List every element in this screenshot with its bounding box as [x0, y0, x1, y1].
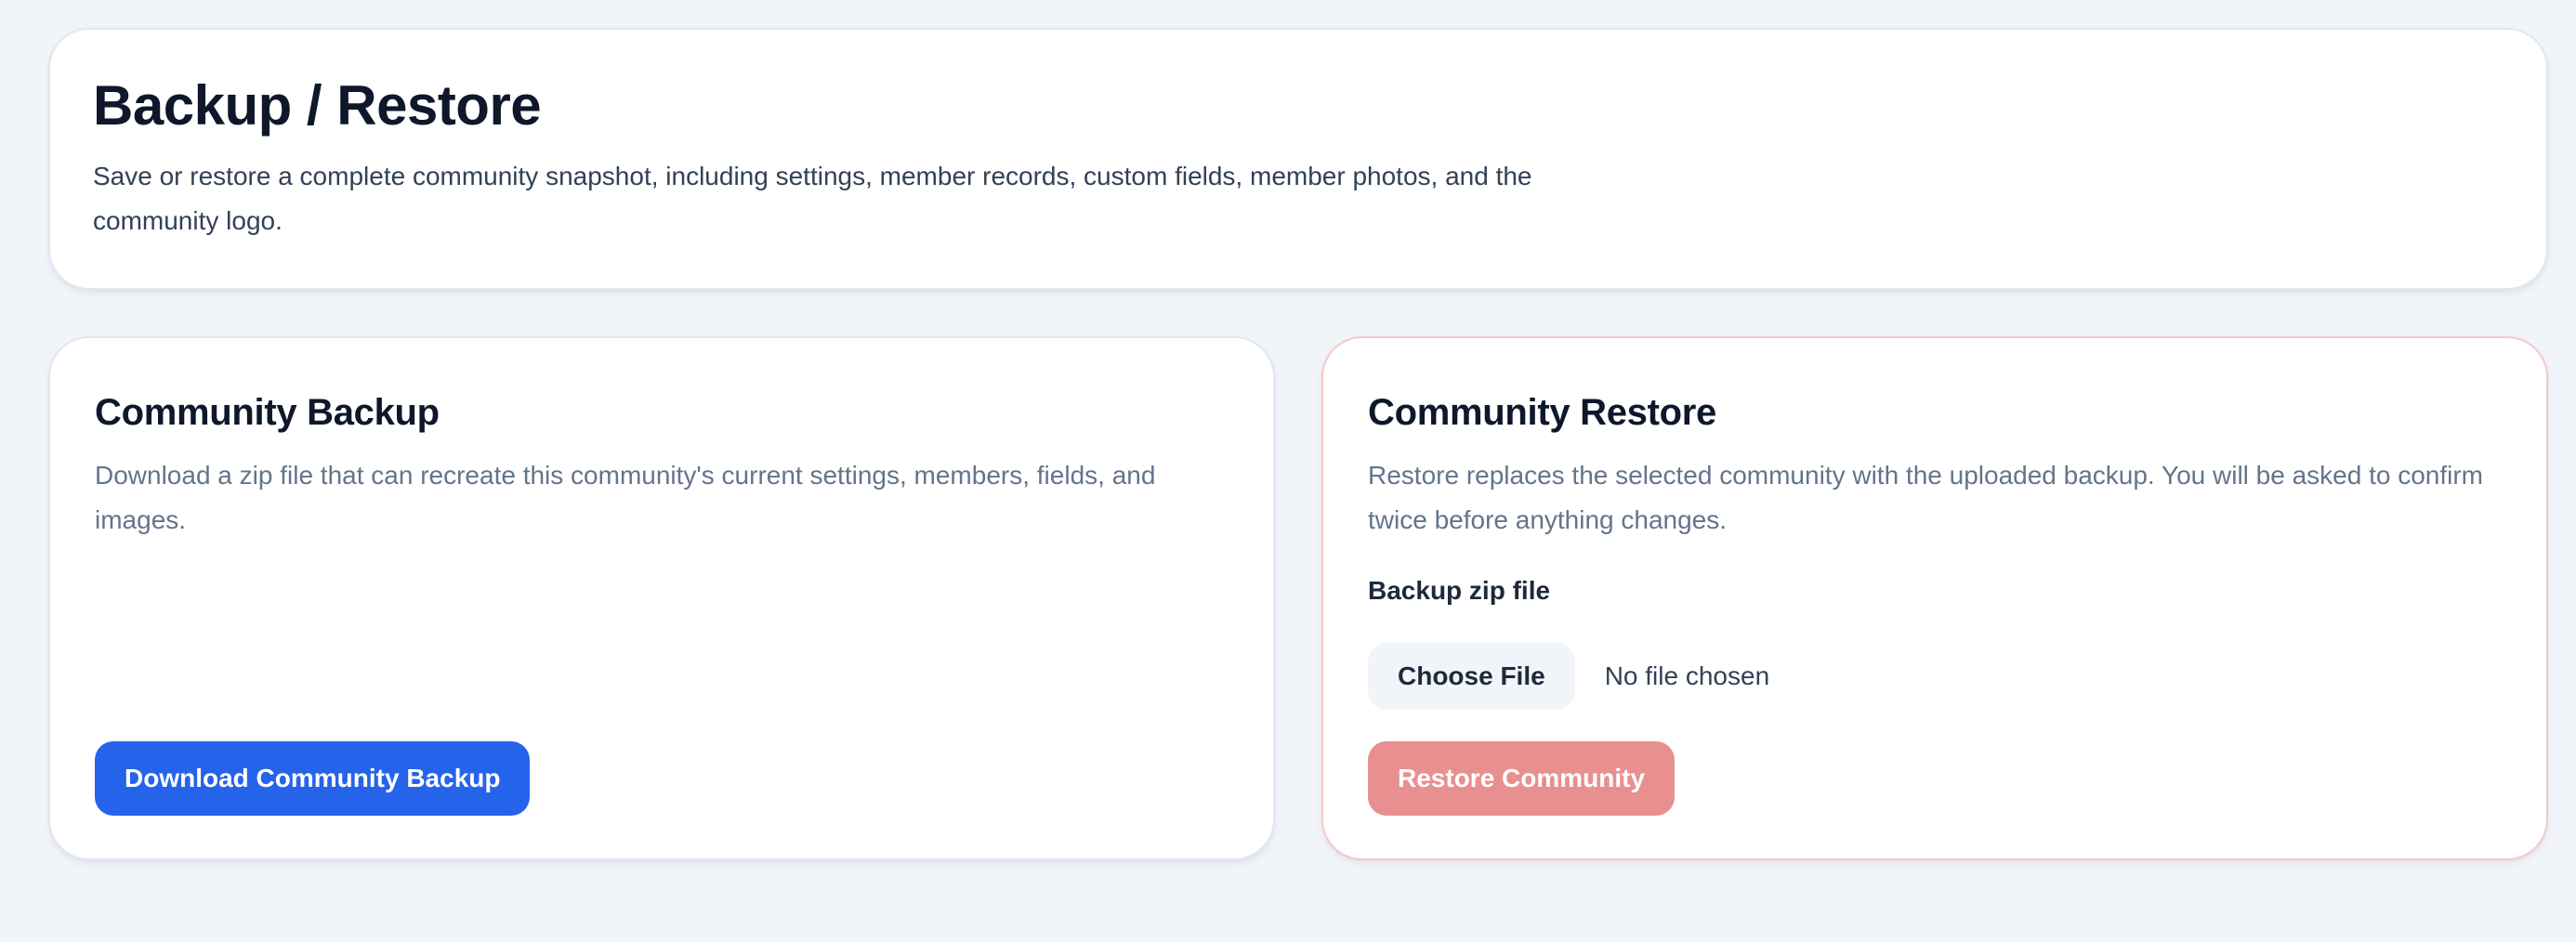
file-status-text: No file chosen [1604, 661, 1770, 690]
backup-panel-title: Community Backup [95, 392, 440, 433]
community-restore-panel: Community Restore Restore replaces the s… [1321, 336, 2548, 860]
backup-restore-page: Backup / Restore Save or restore a compl… [0, 0, 2576, 942]
download-backup-button[interactable]: Download Community Backup [95, 741, 531, 816]
community-backup-panel: Community Backup Download a zip file tha… [48, 336, 1275, 860]
restore-community-button[interactable]: Restore Community [1368, 741, 1676, 816]
backup-file-label: Backup zip file [1368, 576, 1551, 605]
restore-panel-title: Community Restore [1368, 392, 1716, 433]
panels-row: Community Backup Download a zip file tha… [48, 336, 2548, 860]
choose-file-button[interactable]: Choose File [1368, 643, 1575, 710]
page-description: Save or restore a complete community sna… [93, 162, 1532, 235]
backup-panel-description: Download a zip file that can recreate th… [95, 461, 1156, 534]
restore-panel-description: Restore replaces the selected community … [1368, 461, 2484, 534]
backup-file-input[interactable]: Choose File No file chosen [1368, 643, 1769, 710]
page-title: Backup / Restore [93, 74, 542, 137]
